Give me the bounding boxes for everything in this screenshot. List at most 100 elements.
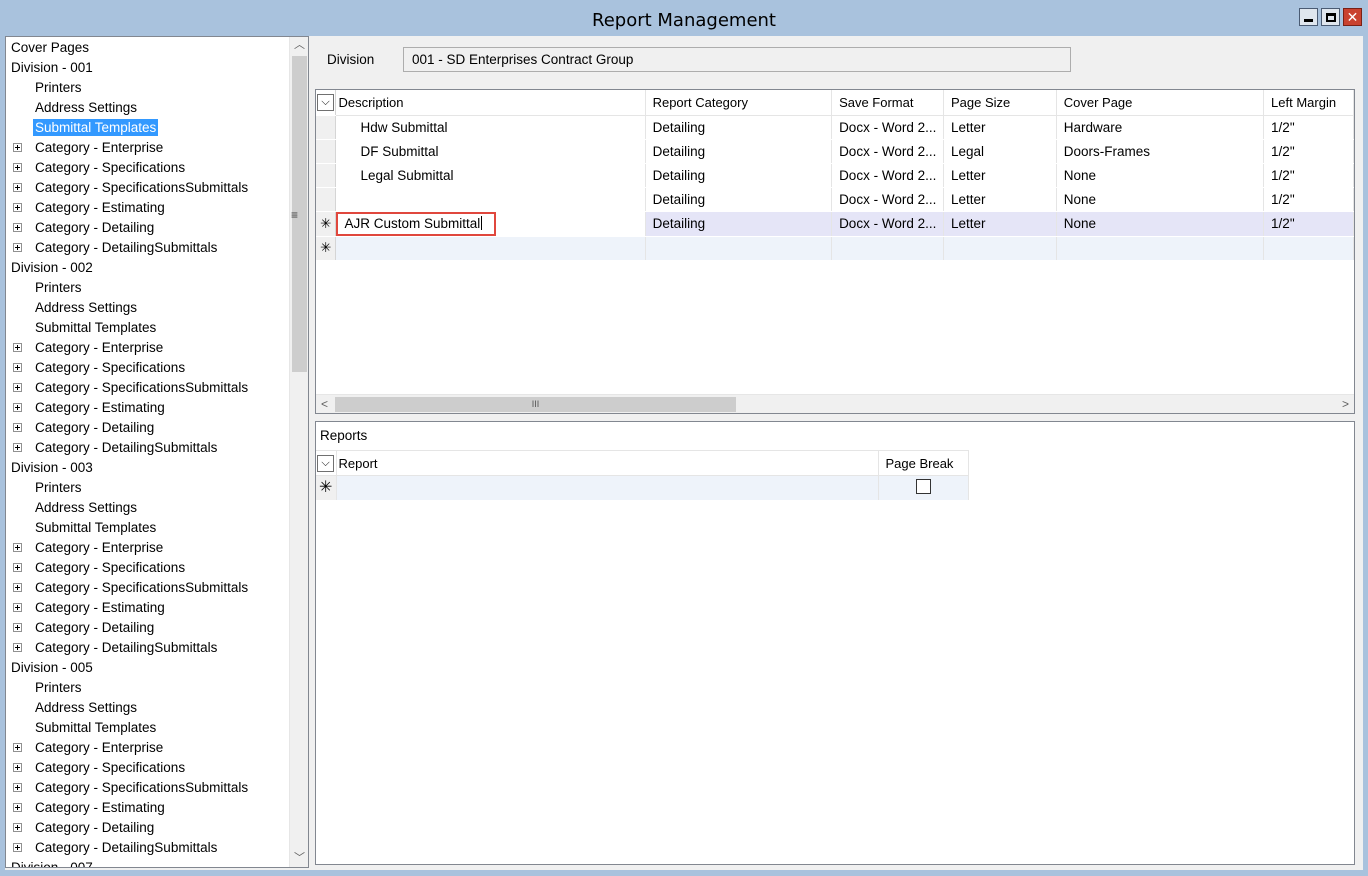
tree-item[interactable]: Category - Estimating [6,598,289,618]
tree-item[interactable]: Category - Specifications [6,158,289,178]
table-row[interactable]: Legal Submittal Detailing Docx - Word 2...… [316,163,1354,188]
expand-plus-icon[interactable] [13,243,22,252]
tree-item[interactable]: Printers [6,678,289,698]
tree-item[interactable]: Division - 002 [6,258,289,278]
tree-item[interactable]: Category - SpecificationsSubmittals [6,578,289,598]
cell-report-category[interactable]: Detailing [645,115,833,140]
expand-plus-icon[interactable] [13,743,22,752]
cell-cover-page[interactable]: Hardware [1056,115,1265,140]
tree-vertical-scrollbar[interactable]: ︿ ﹀ [289,37,308,867]
cell-report-category[interactable]: Detailing [645,211,833,237]
column-header-description[interactable]: Description [335,90,646,116]
tree-item[interactable]: Category - Specifications [6,758,289,778]
expand-plus-icon[interactable] [13,383,22,392]
expand-plus-icon[interactable] [13,163,22,172]
column-header-save-format[interactable]: Save Format [831,90,945,116]
cell-cover-page[interactable]: Doors-Frames [1056,139,1265,164]
tree-item[interactable]: Category - Estimating [6,798,289,818]
cell-description[interactable]: AJR Custom Submittal [335,211,646,237]
expand-plus-icon[interactable] [13,203,22,212]
tree-item[interactable]: Category - DetailingSubmittals [6,438,289,458]
expand-plus-icon[interactable] [13,783,22,792]
reports-select-all-header[interactable]: ⌵ [316,450,337,476]
expand-plus-icon[interactable] [13,363,22,372]
grid-horizontal-scrollbar[interactable]: < III > [316,394,1354,413]
tree-item[interactable]: Address Settings [6,98,289,118]
tree-item[interactable]: Category - Estimating [6,198,289,218]
tree-item[interactable]: Category - Specifications [6,358,289,378]
tree-item[interactable]: Category - DetailingSubmittals [6,638,289,658]
table-row[interactable]: Detailing Docx - Word 2... Letter None 1/2" [316,187,1354,212]
reports-new-row[interactable]: ✳ [316,475,969,500]
cell-report-category[interactable]: Detailing [645,139,833,164]
cell-page-size[interactable]: Letter [943,187,1057,212]
report-cell[interactable] [336,475,879,500]
tree-item[interactable]: Category - Detailing [6,218,289,238]
expand-plus-icon[interactable] [13,423,22,432]
tree-item[interactable]: Category - Estimating [6,398,289,418]
splitter-grip-icon[interactable]: ≡ [291,208,298,222]
expand-plus-icon[interactable] [13,603,22,612]
tree-item[interactable]: Category - Enterprise [6,338,289,358]
expand-plus-icon[interactable] [13,403,22,412]
tree-item[interactable]: Address Settings [6,698,289,718]
tree-item[interactable]: Category - SpecificationsSubmittals [6,178,289,198]
cell-page-size[interactable]: Legal [943,139,1057,164]
expand-plus-icon[interactable] [13,183,22,192]
cell-save-format[interactable]: Docx - Word 2... [831,163,945,188]
tree-item[interactable]: Address Settings [6,298,289,318]
cell-page-size[interactable]: Letter [943,211,1057,237]
tree-item[interactable]: Cover Pages [6,38,289,58]
select-all-header[interactable]: ⌵ [316,90,337,116]
new-row[interactable]: ✳ [316,236,1354,261]
tree-item[interactable]: Submittal Templates [6,318,289,338]
cell-description[interactable]: DF Submittal [335,139,646,164]
chevron-down-icon[interactable]: ⌵ [317,454,334,472]
expand-plus-icon[interactable] [13,343,22,352]
cell-description[interactable]: Legal Submittal [335,163,646,188]
row-header[interactable] [316,187,337,212]
cell-left-margin[interactable]: 1/2" [1263,115,1354,140]
expand-plus-icon[interactable] [13,843,22,852]
cell-cover-page[interactable]: None [1056,163,1265,188]
tree-item[interactable]: Printers [6,478,289,498]
cell-page-size[interactable]: Letter [943,115,1057,140]
cell-left-margin[interactable]: 1/2" [1263,187,1354,212]
expand-plus-icon[interactable] [13,223,22,232]
tree-item[interactable]: Category - Enterprise [6,138,289,158]
row-header[interactable] [316,139,337,164]
cell-description[interactable]: Hdw Submittal [335,115,646,140]
cell-cover-page[interactable]: None [1056,211,1265,237]
tree-item[interactable]: Category - Specifications [6,558,289,578]
cell-left-margin[interactable]: 1/2" [1263,163,1354,188]
grid-scroll-thumb[interactable]: III [335,397,736,412]
tree-item[interactable]: Printers [6,78,289,98]
tree-item[interactable]: Category - Detailing [6,818,289,838]
expand-plus-icon[interactable] [13,543,22,552]
editing-row[interactable]: ✳ AJR Custom Submittal Detailing Docx - Wor… [316,211,1354,237]
scroll-down-arrow-icon[interactable]: ﹀ [290,850,308,867]
cell-cover-page[interactable]: None [1056,187,1265,212]
expand-plus-icon[interactable] [13,443,22,452]
cell-save-format[interactable]: Docx - Word 2... [831,211,945,237]
page-break-checkbox[interactable] [915,478,931,494]
tree-item[interactable]: Category - DetailingSubmittals [6,238,289,258]
tree-item[interactable]: Printers [6,278,289,298]
tree-item[interactable]: Division - 003 [6,458,289,478]
column-header-cover-page[interactable]: Cover Page [1056,90,1265,116]
expand-plus-icon[interactable] [13,763,22,772]
page-break-cell[interactable] [878,475,969,500]
cell-left-margin[interactable]: 1/2" [1263,211,1354,237]
cell-left-margin[interactable]: 1/2" [1263,139,1354,164]
cell-report-category[interactable]: Detailing [645,163,833,188]
tree-item[interactable]: Submittal Templates [6,718,289,738]
column-header-report-category[interactable]: Report Category [645,90,833,116]
tree-item[interactable]: Division - 007 [6,858,289,867]
tree-item[interactable]: Submittal Templates [6,118,289,138]
expand-plus-icon[interactable] [13,643,22,652]
scroll-right-arrow-icon[interactable]: > [1337,395,1354,413]
expand-plus-icon[interactable] [13,563,22,572]
row-header[interactable] [316,115,337,140]
maximize-button[interactable] [1321,8,1340,26]
scroll-up-arrow-icon[interactable]: ︿ [290,37,308,54]
